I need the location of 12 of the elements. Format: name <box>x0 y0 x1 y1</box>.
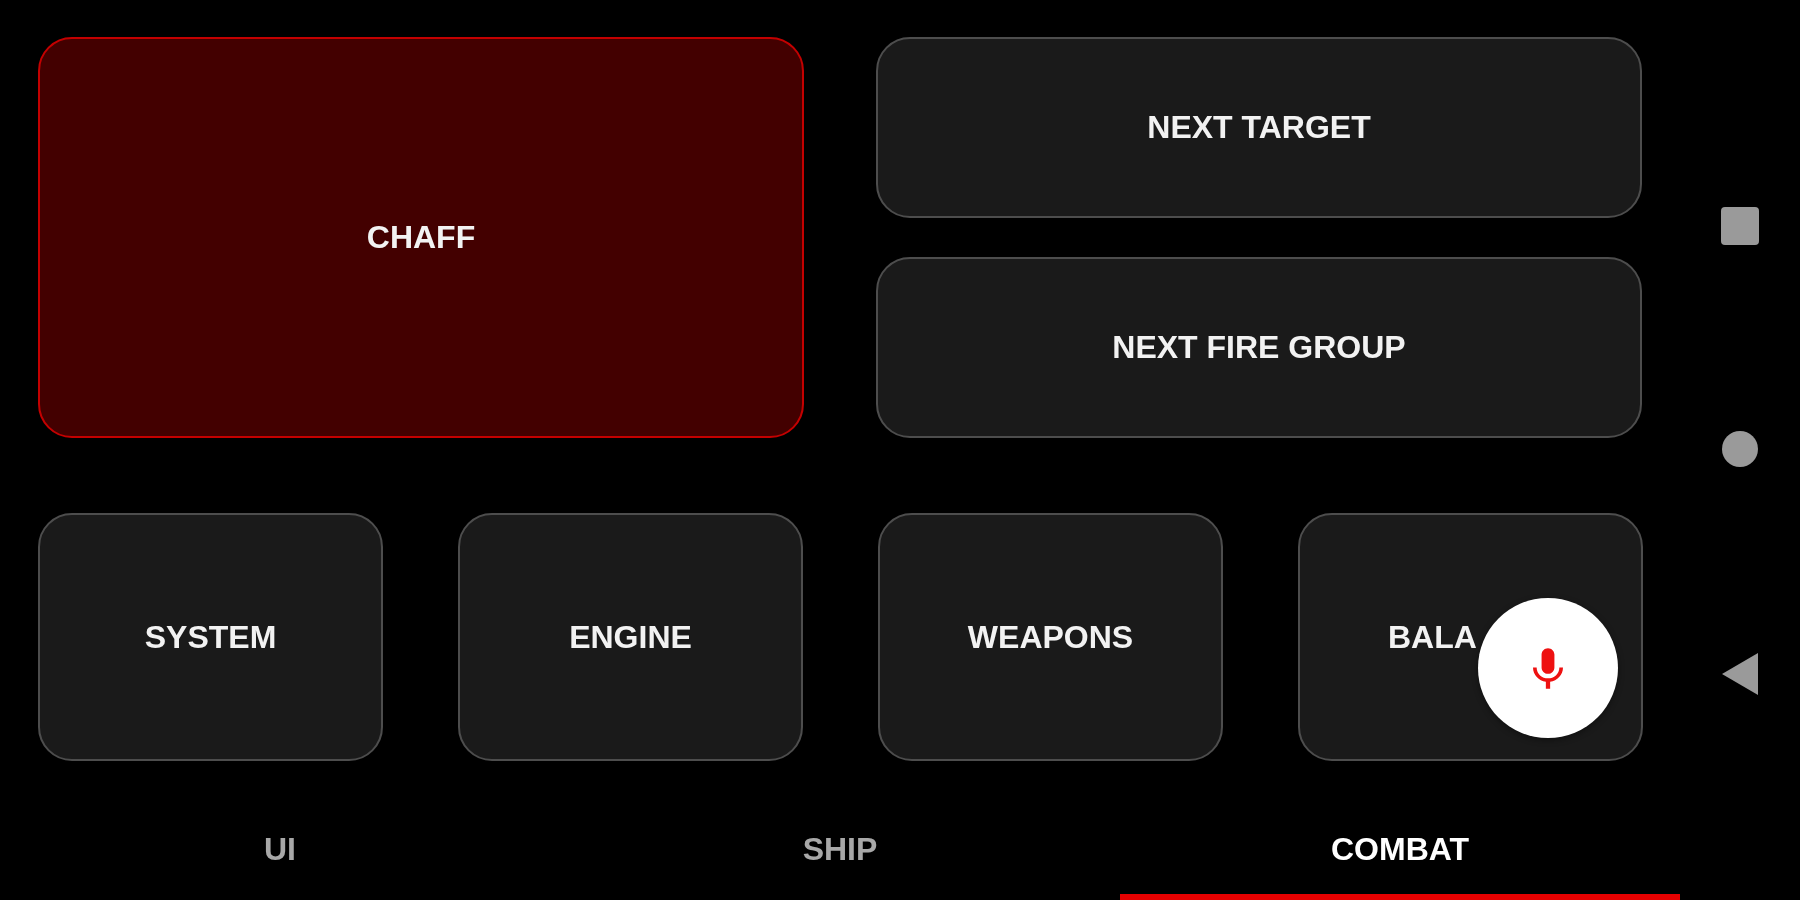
action-button[interactable]: NEXT FIRE GROUP <box>876 257 1642 438</box>
circle-icon[interactable] <box>1722 431 1758 467</box>
action-button[interactable]: WEAPONS <box>878 513 1223 761</box>
tab[interactable]: UI <box>0 804 560 900</box>
action-button[interactable]: NEXT TARGET <box>876 37 1642 218</box>
back-icon[interactable] <box>1722 653 1758 695</box>
action-button[interactable]: ENGINE <box>458 513 803 761</box>
action-button[interactable]: SYSTEM <box>38 513 383 761</box>
chaff-button[interactable]: CHAFF <box>38 37 804 438</box>
microphone-icon <box>1533 647 1563 689</box>
tab[interactable]: SHIP <box>560 804 1120 900</box>
tab[interactable]: COMBAT <box>1120 804 1680 900</box>
